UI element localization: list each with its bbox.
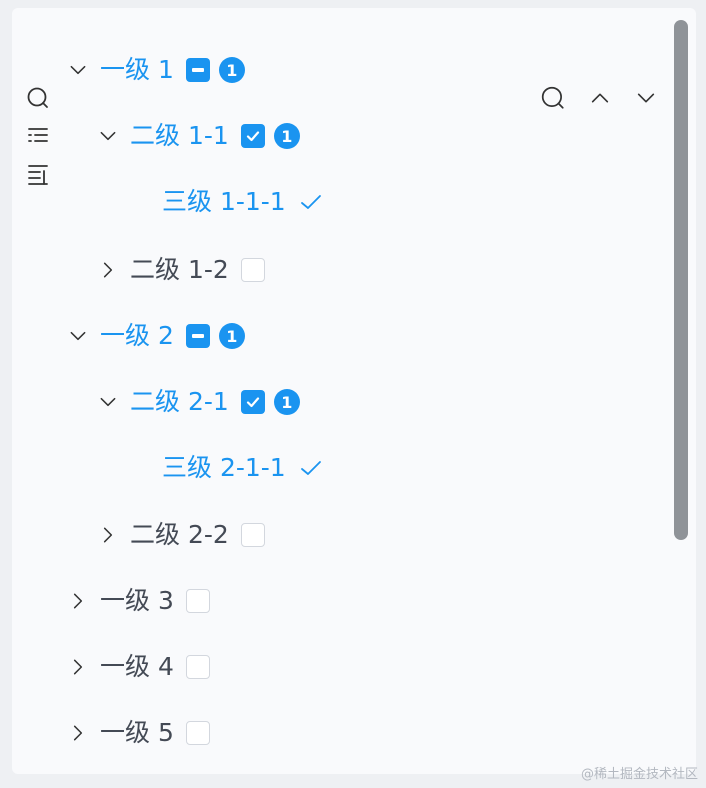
count-badge: 1: [273, 389, 300, 415]
chevron-down-icon[interactable]: [96, 124, 120, 148]
checkbox[interactable]: [185, 655, 210, 679]
check-icon: [246, 397, 259, 408]
tree-node-label: 二级 2-2: [130, 520, 229, 549]
scrollbar[interactable]: [674, 20, 688, 540]
count-badge: 1: [218, 323, 245, 349]
minus-icon: [191, 68, 204, 72]
tree-node[interactable]: 二级 2-1 1: [96, 382, 300, 422]
checkbox-checked[interactable]: [240, 124, 265, 148]
tree-node[interactable]: 三级 2-1-1: [162, 448, 322, 488]
check-icon: [300, 459, 322, 477]
tree-node-label: 一级 3: [100, 586, 174, 615]
tree-node-label: 一级 2: [100, 321, 174, 350]
checkbox-indeterminate[interactable]: [185, 324, 210, 348]
tree-node-label: 三级 1-1-1: [162, 187, 286, 216]
tree-node-label: 一级 5: [100, 718, 174, 747]
tree-node[interactable]: 一级 3: [66, 581, 210, 621]
count-badge: 1: [273, 123, 300, 149]
tree-node-label: 二级 1-2: [130, 255, 229, 284]
checkbox[interactable]: [185, 721, 210, 745]
search-icon[interactable]: [537, 82, 569, 114]
tree-node-label: 三级 2-1-1: [162, 453, 286, 482]
chevron-right-icon[interactable]: [96, 258, 120, 282]
align-icon[interactable]: [24, 160, 52, 188]
tree-node[interactable]: 二级 1-2: [96, 250, 265, 290]
chevron-up-icon[interactable]: [584, 82, 616, 114]
checkbox-indeterminate[interactable]: [185, 58, 210, 82]
watermark: @稀土掘金技术社区: [580, 767, 698, 782]
minus-icon: [191, 334, 204, 338]
count-badge: 1: [218, 57, 245, 83]
check-icon: [300, 193, 322, 211]
tree-node-label: 一级 1: [100, 55, 174, 84]
chevron-down-icon[interactable]: [630, 82, 662, 114]
tree-node[interactable]: 二级 1-1 1: [96, 116, 300, 156]
tree-node[interactable]: 一级 5: [66, 713, 210, 753]
check-icon: [246, 131, 259, 142]
tree-node[interactable]: 一级 1 1: [66, 50, 245, 90]
tree-node[interactable]: 二级 2-2: [96, 515, 265, 555]
chevron-right-icon[interactable]: [96, 523, 120, 547]
tree-node[interactable]: 三级 1-1-1: [162, 182, 322, 222]
tree-node[interactable]: 一级 4: [66, 647, 210, 687]
chevron-down-icon[interactable]: [96, 390, 120, 414]
checkbox-checked[interactable]: [240, 390, 265, 414]
search-icon[interactable]: [24, 84, 52, 112]
tree-node-label: 二级 2-1: [130, 387, 229, 416]
chevron-down-icon[interactable]: [66, 324, 90, 348]
chevron-right-icon[interactable]: [66, 655, 90, 679]
checkbox[interactable]: [185, 589, 210, 613]
tree-node-label: 一级 4: [100, 652, 174, 681]
chevron-right-icon[interactable]: [66, 589, 90, 613]
tree-node[interactable]: 一级 2 1: [66, 316, 245, 356]
list-icon[interactable]: [24, 122, 52, 150]
checkbox[interactable]: [240, 523, 265, 547]
chevron-right-icon[interactable]: [66, 721, 90, 745]
tree-node-label: 二级 1-1: [130, 121, 229, 150]
checkbox[interactable]: [240, 258, 265, 282]
chevron-down-icon[interactable]: [66, 58, 90, 82]
